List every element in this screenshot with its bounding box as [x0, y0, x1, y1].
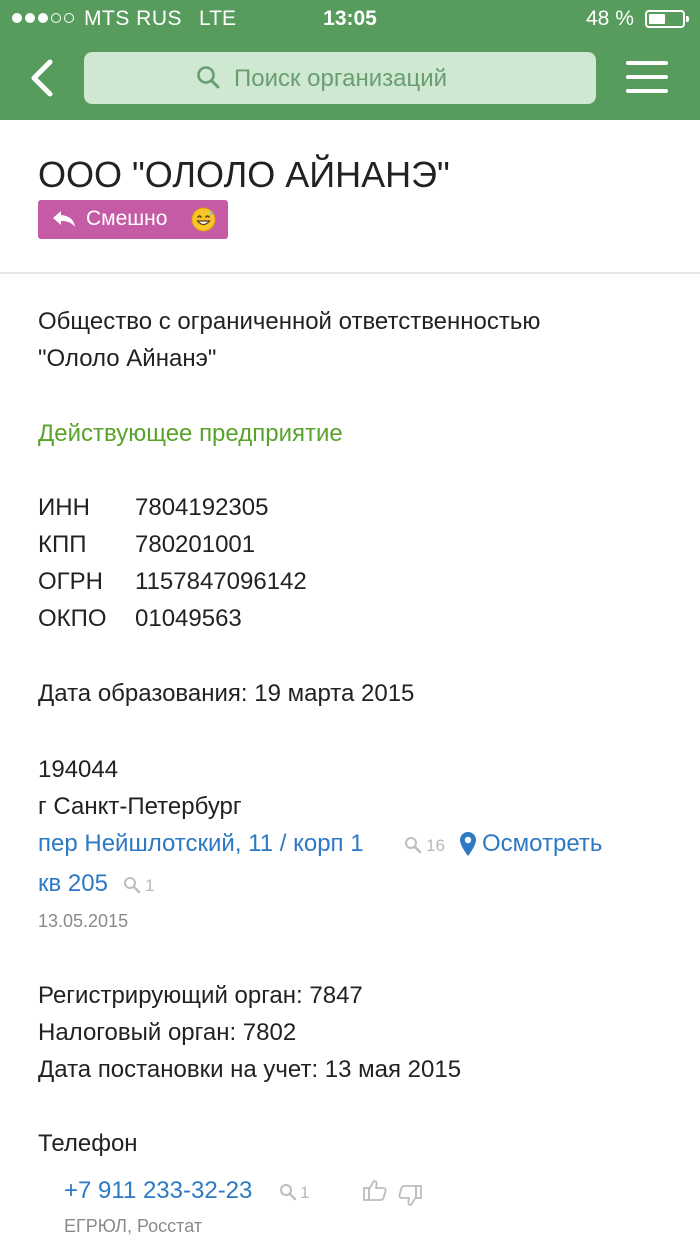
battery-icon [645, 10, 689, 28]
chevron-left-icon [31, 59, 53, 97]
code-value: 01049563 [135, 605, 242, 632]
section-divider [0, 272, 700, 274]
thumbs-up-icon[interactable] [363, 1178, 387, 1202]
registration-date: Дата постановки на учет: 13 мая 2015 [38, 1056, 462, 1083]
full-name-line-1: Общество с ограниченной ответственностью [38, 308, 541, 335]
search-count: 1 [145, 876, 155, 895]
phone-number-link[interactable]: +7 911 233-32-23 [64, 1176, 252, 1206]
code-label: ОКПО [38, 605, 107, 632]
top-bar: MTS RUS LTE 13:05 48 % Поиск организаций [0, 0, 700, 120]
thumbs-down-icon[interactable] [398, 1184, 422, 1208]
status-bar: MTS RUS LTE 13:05 48 % [0, 0, 700, 40]
tax-authority: Налоговый орган: 7802 [38, 1019, 297, 1046]
page-title: ООО "ОЛОЛО АЙНАНЭ" [38, 154, 450, 195]
search-icon [197, 66, 220, 89]
battery-percent: 48 % [586, 7, 634, 30]
view-on-map-label: Осмотреть [482, 830, 603, 857]
search-input[interactable]: Поиск организаций [84, 52, 596, 104]
back-button[interactable] [24, 56, 64, 100]
code-value: 1157847096142 [135, 568, 307, 595]
code-value: 780201001 [135, 531, 256, 558]
funny-tag-button[interactable]: Смешно [38, 200, 228, 239]
search-placeholder: Поиск организаций [234, 65, 448, 92]
phone-heading: Телефон [38, 1130, 138, 1157]
search-count: 1 [300, 1183, 310, 1202]
hamburger-menu-icon [626, 61, 668, 65]
code-value: 7804192305 [135, 494, 269, 521]
map-pin-icon [460, 832, 476, 856]
search-icon [405, 837, 422, 854]
search-icon [280, 1184, 297, 1201]
address-street-link[interactable]: пер Нейшлотский, 11 / корп 1 [38, 829, 364, 859]
company-status: Действующее предприятие [38, 420, 343, 447]
founded-date: Дата образования: 19 марта 2015 [38, 680, 415, 707]
registering-authority: Регистрирующий орган: 7847 [38, 982, 363, 1009]
menu-button[interactable] [626, 59, 668, 95]
address-postcode: 194044 [38, 756, 119, 783]
code-label: ОГРН [38, 568, 104, 595]
reply-arrow-icon [53, 211, 75, 227]
phone-source: ЕГРЮЛ, Росстат [64, 1216, 203, 1236]
code-label: ИНН [38, 494, 90, 521]
address-city: г Санкт-Петербург [38, 793, 242, 820]
full-name-line-2: "Ололо Айнанэ" [38, 345, 217, 372]
address-date: 13.05.2015 [38, 911, 129, 931]
search-icon [124, 877, 141, 894]
search-count: 16 [426, 836, 445, 855]
sweat-smile-emoji [191, 207, 216, 232]
code-label: КПП [38, 531, 87, 558]
address-apartment-link[interactable]: кв 205 [38, 869, 108, 899]
tag-label: Смешно [86, 207, 168, 230]
